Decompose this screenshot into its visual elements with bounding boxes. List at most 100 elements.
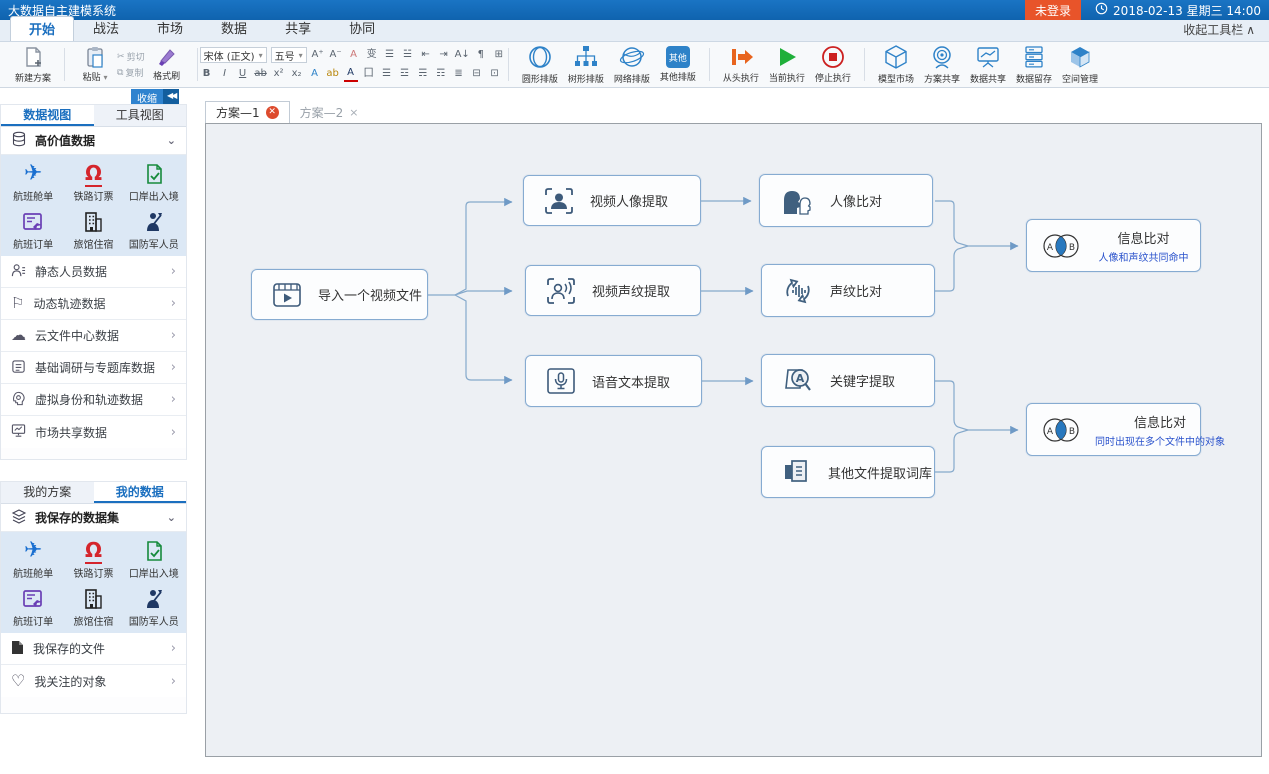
dataset-port-entry-exit[interactable]: 口岸出入境 xyxy=(124,161,184,203)
node-keyword-extract[interactable]: A 关键字提取 xyxy=(761,354,935,407)
underline-button[interactable]: U xyxy=(236,67,250,81)
dataset-railway-ticket[interactable]: Ω 铁路订票 xyxy=(63,161,123,203)
bold-button[interactable]: B xyxy=(200,67,214,81)
increase-indent-button[interactable]: ⇥ xyxy=(437,48,451,62)
font-color-button[interactable]: A xyxy=(308,67,322,81)
new-plan-button[interactable]: 新建方案 xyxy=(10,45,56,84)
sidebar-item-my-saved-files[interactable]: 我保存的文件 › xyxy=(1,633,186,665)
menu-tab-tactics[interactable]: 战法 xyxy=(74,15,138,41)
decrease-indent-button[interactable]: ⇤ xyxy=(419,48,433,62)
sidebar-item-static-person-data[interactable]: 静态人员数据 › xyxy=(1,256,186,288)
paste-button[interactable]: 粘贴 ▾ xyxy=(73,46,117,83)
menu-tab-start[interactable]: 开始 xyxy=(10,16,74,41)
clear-format-button[interactable]: 变 xyxy=(365,48,379,62)
dataset-hotel-stay[interactable]: 旅馆住宿 xyxy=(63,209,123,251)
superscript-button[interactable]: x² xyxy=(272,67,286,81)
node-info-compare-1[interactable]: AB 信息比对 人像和声纹共同命中 xyxy=(1026,219,1201,272)
format-painter-button[interactable]: 格式刷 xyxy=(145,47,189,82)
run-current-button[interactable]: 当前执行 xyxy=(764,45,810,84)
tab-tool-view[interactable]: 工具视图 xyxy=(94,105,187,126)
node-info-compare-2[interactable]: AB 信息比对 同时出现在多个文件中的对象 xyxy=(1026,403,1201,456)
sidebar-item-my-followed-objects[interactable]: ♡ 我关注的对象 › xyxy=(1,665,186,697)
sidebar-item-virtual-identity-data[interactable]: 虚拟身份和轨迹数据 › xyxy=(1,384,186,416)
change-case-button[interactable]: A xyxy=(347,48,361,62)
font-color-red-button[interactable]: A xyxy=(344,66,358,82)
dataset-flight-order[interactable]: 航班订单 xyxy=(3,209,63,251)
section-my-saved-datasets[interactable]: 我保存的数据集 ⌄ xyxy=(1,504,186,532)
cut-button[interactable]: ✂剪切 xyxy=(117,50,145,63)
run-from-start-button[interactable]: 从头执行 xyxy=(718,45,764,84)
collapse-toolbar-button[interactable]: 收起工具栏 ∧ xyxy=(1183,21,1255,41)
stop-run-button[interactable]: 停止执行 xyxy=(810,45,856,84)
login-status-badge[interactable]: 未登录 xyxy=(1025,0,1081,20)
section-high-value-data[interactable]: 高价值数据 ⌄ xyxy=(1,127,186,155)
highlight-button[interactable]: ab xyxy=(326,67,340,81)
font-size-select[interactable]: 五号 ▾ xyxy=(271,47,307,63)
menu-tab-share[interactable]: 共享 xyxy=(266,15,330,41)
borders-button[interactable]: ⊡ xyxy=(488,67,502,81)
sidebar-item-market-shared-data[interactable]: 市场共享数据 › xyxy=(1,416,186,448)
model-market-button[interactable]: 模型市场 xyxy=(873,44,919,85)
data-retention-button[interactable]: 数据留存 xyxy=(1011,44,1057,85)
line-spacing-button[interactable]: ≣ xyxy=(452,67,466,81)
node-portrait-compare[interactable]: 人像比对 xyxy=(759,174,933,227)
node-video-portrait-extract[interactable]: 视频人像提取 xyxy=(523,175,701,226)
shrink-font-button[interactable]: A⁻ xyxy=(329,48,343,62)
font-family-select[interactable]: 宋体 (正文) ▾ xyxy=(200,47,267,63)
node-other-files-lexicon[interactable]: 其他文件提取词库 xyxy=(761,446,935,498)
tab-my-data[interactable]: 我的数据 xyxy=(94,482,187,503)
table-button[interactable]: ⊞ xyxy=(492,48,506,62)
building-icon xyxy=(82,209,104,235)
node-speech-text-extract[interactable]: 语音文本提取 xyxy=(525,355,702,407)
paragraph-mark-button[interactable]: ¶ xyxy=(474,48,488,62)
subscript-button[interactable]: x₂ xyxy=(290,67,304,81)
plan-share-button[interactable]: 方案共享 xyxy=(919,44,965,85)
node-voiceprint-compare[interactable]: 声纹比对 xyxy=(761,264,935,317)
menu-tab-data[interactable]: 数据 xyxy=(202,15,266,41)
justify-button[interactable]: ☶ xyxy=(434,67,448,81)
copy-button[interactable]: ⧉复制 xyxy=(117,66,145,79)
other-layout-button[interactable]: 其他 其他排版 xyxy=(655,46,701,83)
sidebar-item-cloud-file-data[interactable]: ☁ 云文件中心数据 › xyxy=(1,320,186,352)
dataset-flight-manifest[interactable]: ✈ 航班舱单 xyxy=(3,538,63,580)
strikethrough-button[interactable]: ab xyxy=(254,67,268,81)
close-tab-icon[interactable]: ✕ xyxy=(266,106,279,119)
menu-tab-collaborate[interactable]: 协同 xyxy=(330,15,394,41)
align-left-button[interactable]: ☰ xyxy=(380,67,394,81)
sort-button[interactable]: A↓ xyxy=(455,48,470,62)
dataset-military-personnel[interactable]: 国防军人员 xyxy=(124,586,184,628)
sidebar-collapse-button[interactable]: 收缩 ◀◀ xyxy=(131,89,179,104)
menu-tab-market[interactable]: 市场 xyxy=(138,15,202,41)
dataset-hotel-stay[interactable]: 旅馆住宿 xyxy=(63,586,123,628)
enclose-character-button[interactable]: 囗 xyxy=(362,67,376,81)
tab-my-plans[interactable]: 我的方案 xyxy=(1,482,94,503)
sidebar-item-dynamic-track-data[interactable]: ⚐ 动态轨迹数据 › xyxy=(1,288,186,320)
numbered-list-button[interactable]: ☱ xyxy=(401,48,415,62)
plan-tab-1[interactable]: 方案—1 ✕ xyxy=(205,101,290,123)
align-right-button[interactable]: ☴ xyxy=(416,67,430,81)
data-share-button[interactable]: 数据共享 xyxy=(965,44,1011,85)
plan-tab-2[interactable]: 方案—2 × xyxy=(290,101,369,123)
modeling-canvas[interactable]: 导入一个视频文件 视频人像提取 视频声纹提取 语音文本提取 人像比对 xyxy=(205,123,1262,757)
dataset-flight-manifest[interactable]: ✈ 航班舱单 xyxy=(3,161,63,203)
circular-layout-button[interactable]: 圆形排版 xyxy=(517,44,563,85)
align-center-button[interactable]: ☲ xyxy=(398,67,412,81)
dataset-military-personnel[interactable]: 国防军人员 xyxy=(124,209,184,251)
high-value-dataset-grid: ✈ 航班舱单 Ω 铁路订票 口岸出入境 航班订单 xyxy=(1,155,186,256)
italic-button[interactable]: I xyxy=(218,67,232,81)
network-layout-button[interactable]: 网络排版 xyxy=(609,44,655,85)
grow-font-button[interactable]: A⁺ xyxy=(311,48,325,62)
tab-data-view[interactable]: 数据视图 xyxy=(1,105,94,126)
dataset-port-entry-exit[interactable]: 口岸出入境 xyxy=(124,538,184,580)
bullet-list-button[interactable]: ☰ xyxy=(383,48,397,62)
node-video-voiceprint-extract[interactable]: 视频声纹提取 xyxy=(525,265,701,316)
space-management-button[interactable]: 空间管理 xyxy=(1057,44,1103,85)
shading-button[interactable]: ⊟ xyxy=(470,67,484,81)
dataset-flight-order[interactable]: 航班订单 xyxy=(3,586,63,628)
tree-layout-button[interactable]: 树形排版 xyxy=(563,44,609,85)
chevron-down-icon: ⌄ xyxy=(167,134,176,147)
sidebar-item-research-library-data[interactable]: 基础调研与专题库数据 › xyxy=(1,352,186,384)
dataset-railway-ticket[interactable]: Ω 铁路订票 xyxy=(63,538,123,580)
node-import-video-file[interactable]: 导入一个视频文件 xyxy=(251,269,428,320)
close-tab-icon[interactable]: × xyxy=(349,106,358,119)
